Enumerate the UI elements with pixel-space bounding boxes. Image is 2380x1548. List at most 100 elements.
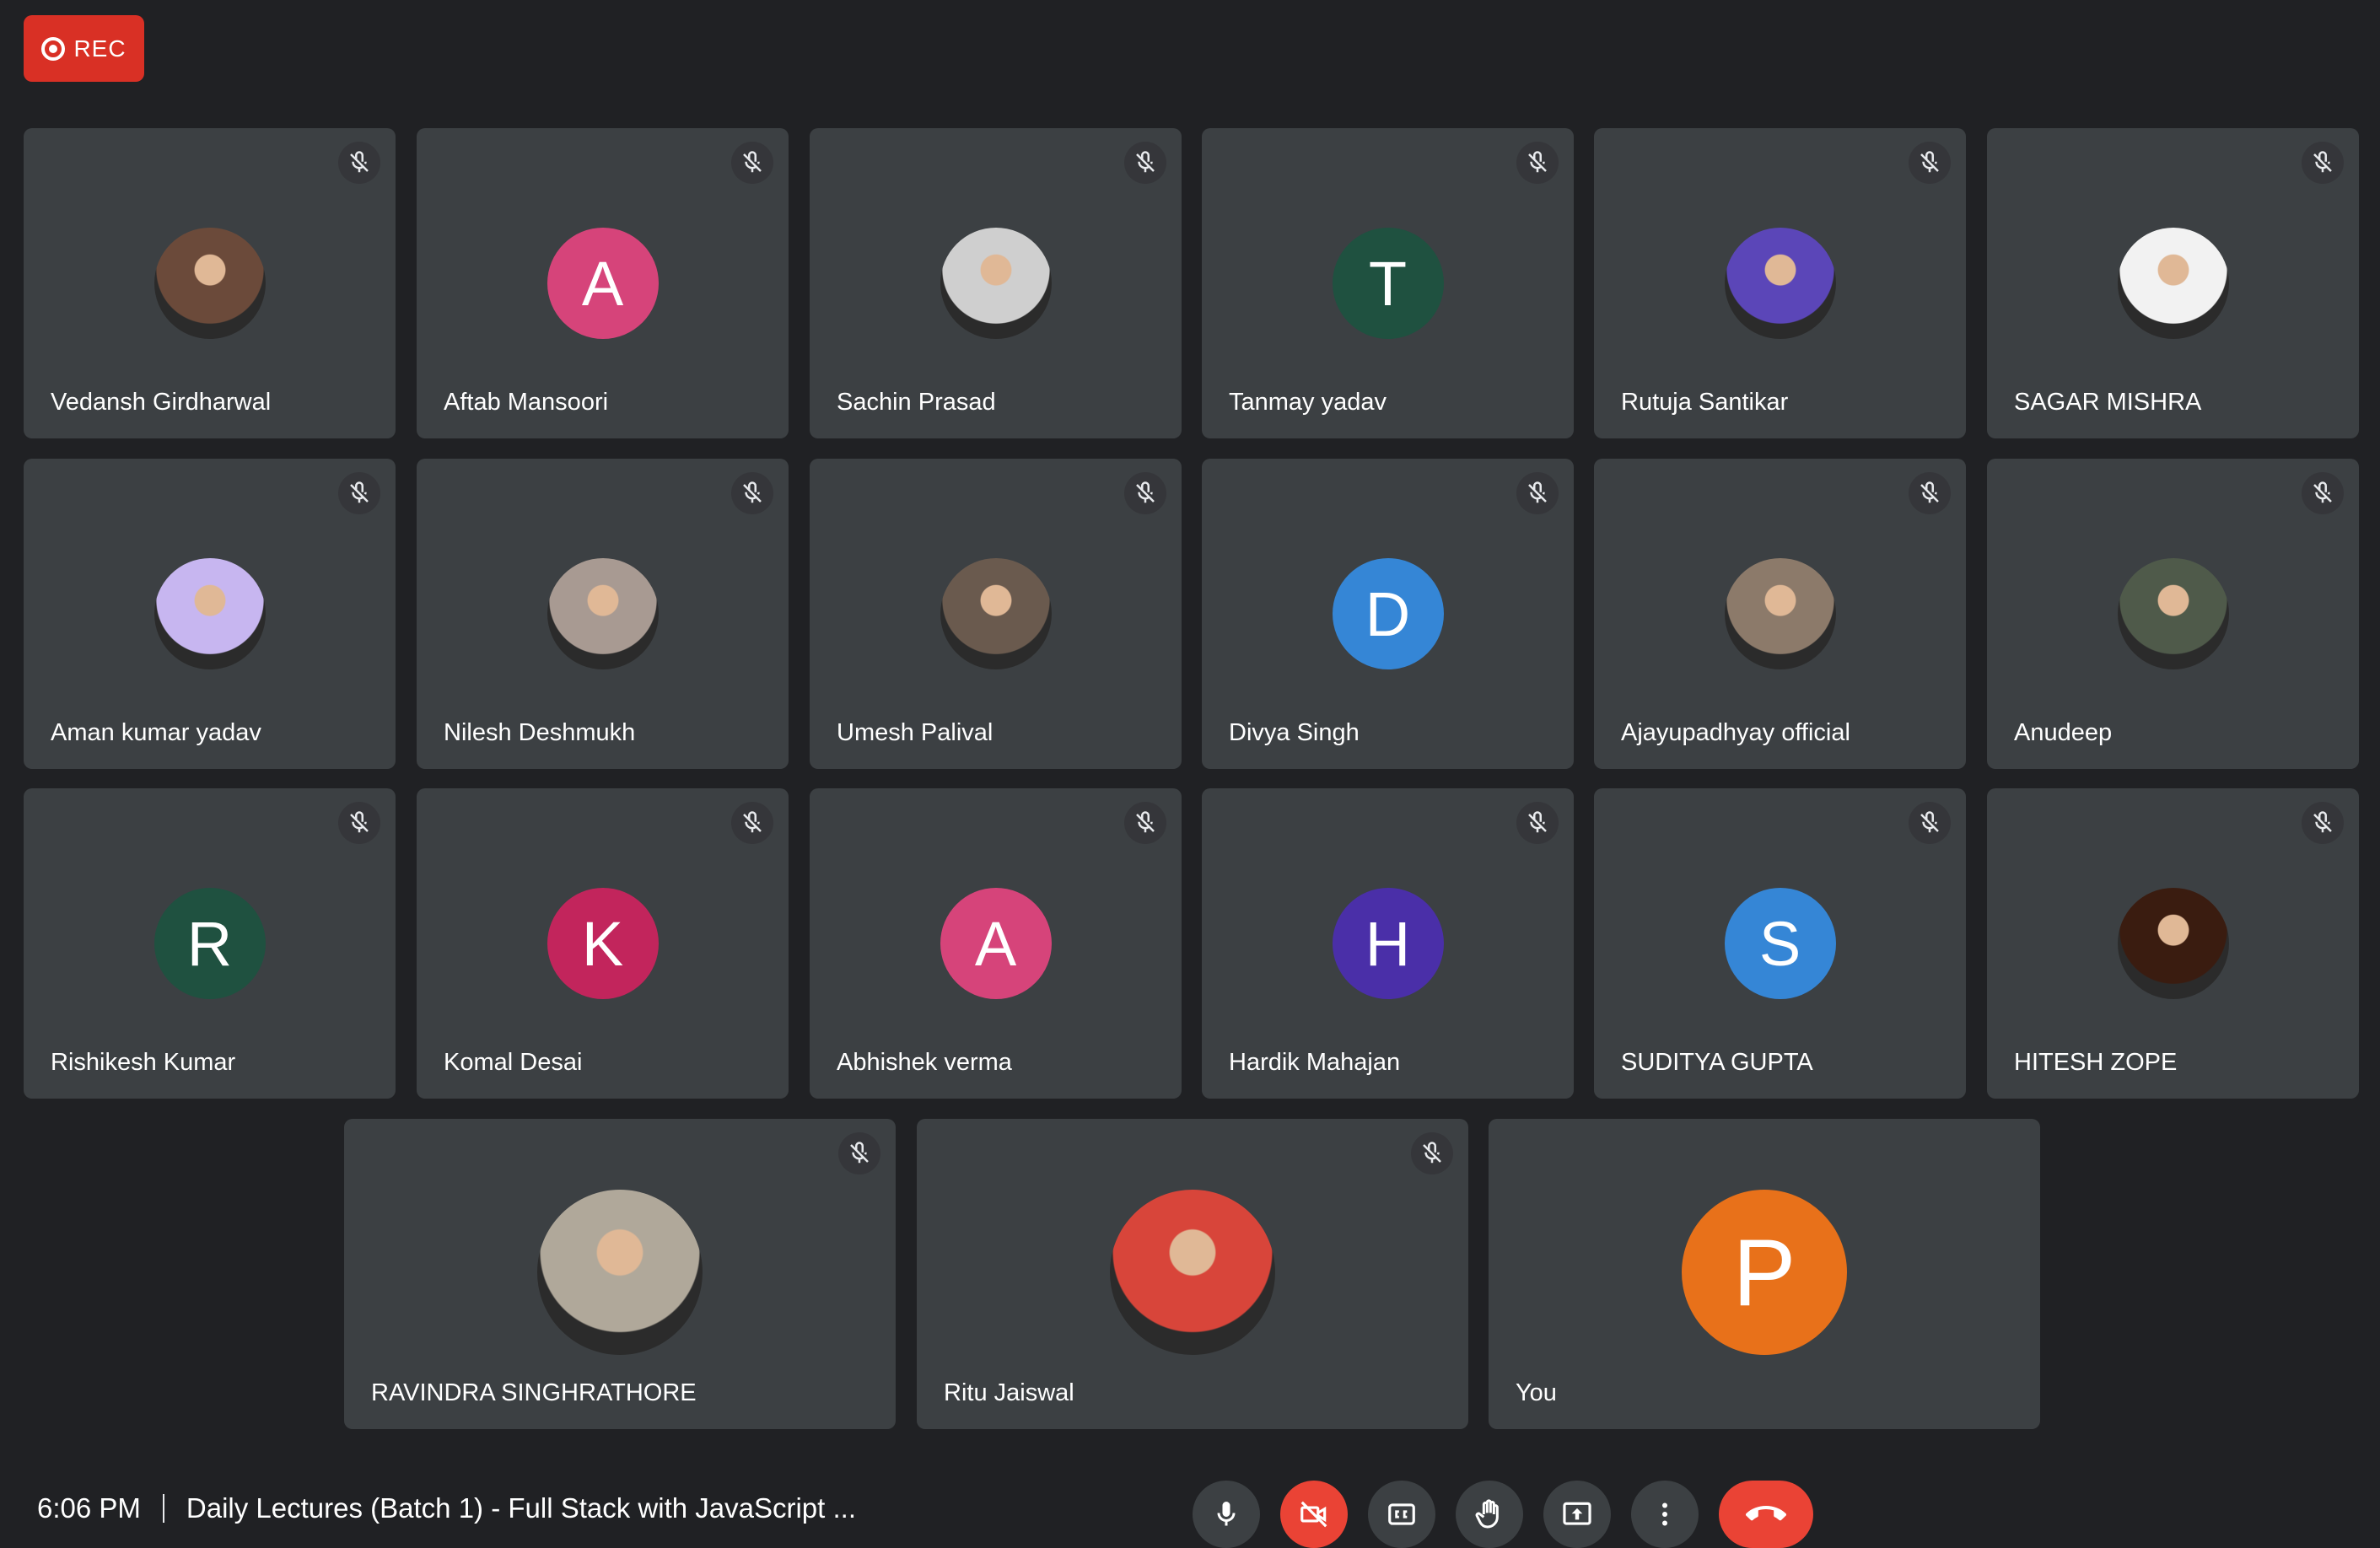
raise-hand-icon: [1475, 1499, 1499, 1529]
participant-photo: [940, 228, 1052, 339]
participant-avatar: R: [153, 888, 266, 999]
record-icon: [41, 36, 66, 61]
participant-tile[interactable]: HITESH ZOPE: [1987, 788, 2359, 1099]
raise-hand-button[interactable]: [1456, 1481, 1523, 1548]
participant-tile[interactable]: D Divya Singh: [1202, 459, 1574, 769]
participant-name: Aftab Mansoori: [444, 389, 609, 416]
muted-mic-icon: [338, 472, 380, 514]
muted-mic-icon: [2302, 472, 2344, 514]
participant-avatar: T: [1332, 228, 1444, 339]
muted-mic-icon: [838, 1132, 880, 1174]
participant-avatar: A: [940, 888, 1052, 999]
participant-tile[interactable]: K Komal Desai: [417, 788, 789, 1099]
muted-mic-icon: [1516, 802, 1559, 844]
recording-label: REC: [73, 35, 127, 62]
captions-button[interactable]: [1368, 1481, 1435, 1548]
muted-mic-icon: [1516, 142, 1559, 184]
participant-photo: [2117, 888, 2229, 999]
camera-toggle-button[interactable]: [1280, 1481, 1348, 1548]
muted-mic-icon: [1909, 142, 1951, 184]
participant-tile[interactable]: Ajayupadhyay official: [1594, 459, 1966, 769]
participant-avatar: D: [1332, 558, 1444, 669]
participant-photo: [547, 558, 659, 669]
participant-tile[interactable]: A Abhishek verma: [810, 788, 1182, 1099]
participant-name: Ritu Jaiswal: [944, 1379, 1074, 1406]
participant-name: Hardik Mahajan: [1229, 1049, 1401, 1076]
muted-mic-icon: [1516, 472, 1559, 514]
participant-name: Tanmay yadav: [1229, 389, 1387, 416]
participant-tile[interactable]: P You: [1489, 1119, 2040, 1429]
participant-name: Abhishek verma: [837, 1049, 1012, 1076]
participant-name: Komal Desai: [444, 1049, 583, 1076]
participant-tile[interactable]: Umesh Palival: [810, 459, 1182, 769]
participant-avatar: H: [1332, 888, 1444, 999]
recording-indicator: REC: [24, 15, 144, 82]
muted-mic-icon: [1909, 802, 1951, 844]
more-options-icon: [1662, 1502, 1667, 1526]
muted-mic-icon: [1909, 472, 1951, 514]
meeting-title[interactable]: Daily Lectures (Batch 1) - Full Stack wi…: [186, 1492, 856, 1524]
participant-avatar: S: [1724, 888, 1836, 999]
participant-tile[interactable]: Aman kumar yadav: [24, 459, 396, 769]
participant-name: Aman kumar yadav: [51, 719, 261, 746]
muted-mic-icon: [2302, 142, 2344, 184]
participant-tile[interactable]: SAGAR MISHRA: [1987, 128, 2359, 438]
captions-icon: [1388, 1503, 1415, 1525]
muted-mic-icon: [731, 472, 773, 514]
participant-tile[interactable]: A Aftab Mansoori: [417, 128, 789, 438]
participant-tile[interactable]: Nilesh Deshmukh: [417, 459, 789, 769]
muted-mic-icon: [1124, 472, 1166, 514]
divider: [162, 1494, 164, 1523]
muted-mic-icon: [731, 802, 773, 844]
participant-tile[interactable]: S SUDITYA GUPTA: [1594, 788, 1966, 1099]
participant-name: Umesh Palival: [837, 719, 993, 746]
muted-mic-icon: [338, 142, 380, 184]
participant-tile[interactable]: R Rishikesh Kumar: [24, 788, 396, 1099]
participant-photo: [2117, 228, 2229, 339]
participant-tile[interactable]: H Hardik Mahajan: [1202, 788, 1574, 1099]
muted-mic-icon: [2302, 802, 2344, 844]
participant-photo: [2117, 558, 2229, 669]
participant-tile[interactable]: Ritu Jaiswal: [917, 1119, 1468, 1429]
participant-photo: [940, 558, 1052, 669]
participant-name: SUDITYA GUPTA: [1621, 1049, 1813, 1076]
microphone-icon: [1217, 1502, 1236, 1526]
participant-name: Rishikesh Kumar: [51, 1049, 236, 1076]
participant-tile[interactable]: Sachin Prasad: [810, 128, 1182, 438]
participant-photo: [153, 558, 266, 669]
participant-name: Ajayupadhyay official: [1621, 719, 1850, 746]
participant-name: Vedansh Girdharwal: [51, 389, 272, 416]
participant-photo: [1110, 1190, 1275, 1355]
participant-tile[interactable]: RAVINDRA SINGHRATHORE: [344, 1119, 896, 1429]
leave-call-icon: [1746, 1506, 1786, 1521]
participant-name: HITESH ZOPE: [2014, 1049, 2178, 1076]
participant-name: You: [1516, 1379, 1557, 1406]
participant-name: Rutuja Santikar: [1621, 389, 1789, 416]
participant-tile[interactable]: Anudeep: [1987, 459, 2359, 769]
clock-time: 6:06 PM: [37, 1492, 141, 1524]
participant-photo: [1724, 558, 1836, 669]
participant-name: Sachin Prasad: [837, 389, 996, 416]
present-screen-icon: [1563, 1502, 1591, 1525]
participant-tile[interactable]: Vedansh Girdharwal: [24, 128, 396, 438]
participant-photo: [537, 1190, 703, 1355]
muted-mic-icon: [1124, 802, 1166, 844]
participant-tile[interactable]: T Tanmay yadav: [1202, 128, 1574, 438]
participant-avatar: P: [1682, 1190, 1847, 1355]
participant-tile[interactable]: Rutuja Santikar: [1594, 128, 1966, 438]
participant-avatar: A: [547, 228, 659, 339]
participant-photo: [1724, 228, 1836, 339]
participant-name: Divya Singh: [1229, 719, 1360, 746]
more-options-button[interactable]: [1631, 1481, 1699, 1548]
participant-name: Nilesh Deshmukh: [444, 719, 636, 746]
participant-name: SAGAR MISHRA: [2014, 389, 2202, 416]
muted-mic-icon: [1411, 1132, 1453, 1174]
participant-name: Anudeep: [2014, 719, 2113, 746]
muted-mic-icon: [1124, 142, 1166, 184]
microphone-button[interactable]: [1193, 1481, 1260, 1548]
muted-mic-icon: [731, 142, 773, 184]
present-button[interactable]: [1543, 1481, 1611, 1548]
leave-call-button[interactable]: [1719, 1481, 1813, 1548]
meeting-details: 6:06 PM Daily Lectures (Batch 1) - Full …: [37, 1492, 856, 1524]
participant-photo: [153, 228, 266, 339]
